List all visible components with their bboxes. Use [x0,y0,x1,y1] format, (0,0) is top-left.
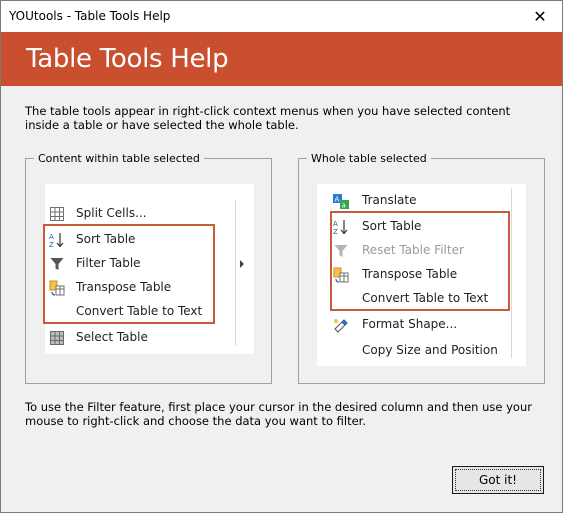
svg-text:a: a [342,202,346,210]
filter-footnote: To use the Filter feature, first place y… [25,400,532,428]
header-banner: Table Tools Help [1,32,562,86]
split-cells-icon [49,206,65,222]
content-context-menu: Split Cells... AZ Sort Table Filter Tabl… [43,184,254,354]
got-it-button[interactable]: Got it! [452,466,544,494]
window-title: YOUtools - Table Tools Help [9,9,171,23]
menu-item-select-table[interactable]: Select Table [45,326,254,350]
menu-item-format-shape[interactable]: Format Shape... [317,313,526,337]
select-table-icon [49,330,65,346]
submenu-arrow-icon [240,260,244,268]
menu-item-label: Select Table [76,330,148,344]
whole-table-group: Whole table selected Aa Translate AZ Sor… [298,152,545,384]
content-selected-group: Content within table selected Split Cell… [25,152,272,384]
menu-item-label: Format Shape... [362,317,458,331]
highlight-box [43,224,215,324]
dialog-window: YOUtools - Table Tools Help ✕ Table Tool… [0,0,563,513]
highlight-box [330,211,510,311]
content-selected-group-label: Content within table selected [34,152,204,165]
svg-text:A: A [335,196,340,204]
menu-item-translate[interactable]: Aa Translate [317,189,526,213]
menu-item-label: Split Cells... [76,206,147,220]
got-it-button-label: Got it! [455,469,541,491]
intro-text: The table tools appear in right-click co… [25,104,511,132]
translate-icon: Aa [333,193,349,209]
menu-item-label: Translate [362,193,417,207]
menu-item-split-cells[interactable]: Split Cells... [45,202,254,226]
menu-item-copy-size-and-position[interactable]: Copy Size and Position [317,339,526,363]
page-title: Table Tools Help [26,44,229,74]
close-icon[interactable]: ✕ [518,1,562,32]
title-bar: YOUtools - Table Tools Help ✕ [1,1,562,32]
format-shape-icon [333,317,349,333]
whole-table-group-label: Whole table selected [307,152,431,165]
menu-item-label: Copy Size and Position [362,343,498,357]
whole-table-context-menu: Aa Translate AZ Sort Table Reset Table F… [317,184,526,366]
